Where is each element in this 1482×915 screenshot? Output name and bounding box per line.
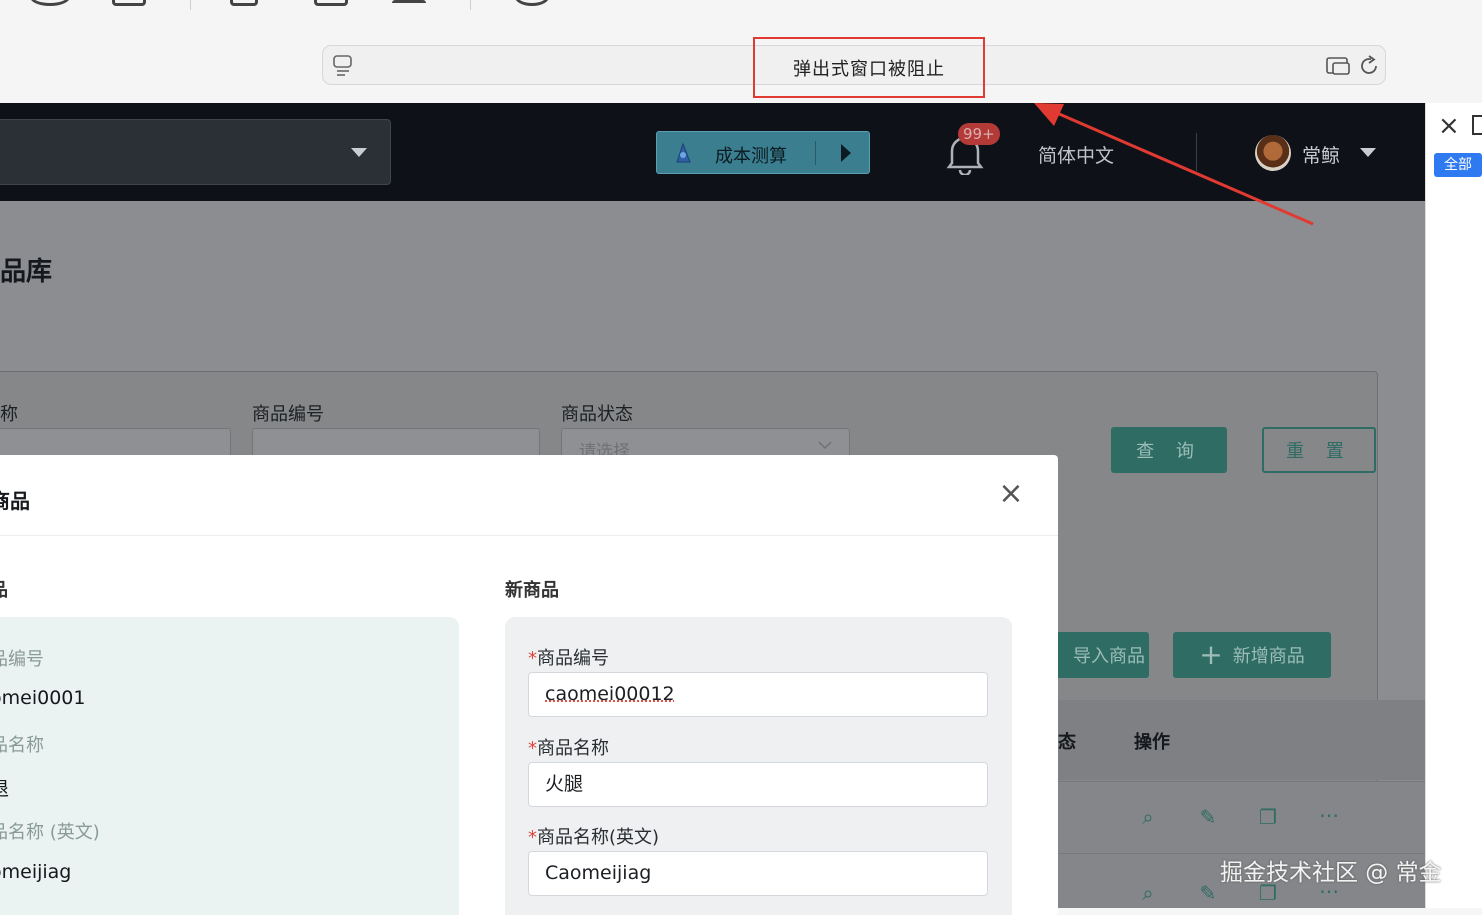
play-icon[interactable] <box>841 144 851 162</box>
old-name-label: 品名称 <box>0 735 44 756</box>
edit-icon[interactable]: ✎ <box>1197 882 1219 904</box>
cost-calculation-button[interactable]: 成本测算 <box>656 131 870 174</box>
cost-button-label: 成本测算 <box>715 146 787 167</box>
old-product-section-title: 品 <box>0 576 8 602</box>
new-code-label-text: 商品编号 <box>537 648 609 669</box>
chevron-down-icon <box>818 441 832 450</box>
new-name-en-label-text: 商品名称(英文) <box>537 827 660 848</box>
search-icon[interactable] <box>30 0 70 6</box>
page-menu-icon[interactable] <box>333 55 353 77</box>
panel-icon[interactable] <box>1472 115 1482 135</box>
filter-code-label: 商品编号 <box>252 404 324 425</box>
old-name-value: 退 <box>0 774 9 801</box>
new-name-value: 火腿 <box>545 773 584 795</box>
modal-title: 商品 <box>0 489 30 513</box>
tag-all[interactable]: 全部 <box>1434 153 1482 177</box>
actions-column-header: 操作 <box>1134 732 1170 753</box>
product-compare-modal: 商品 × 品 品编号 omei0001 品名称 退 品名称 (英文) omeij… <box>0 455 1058 915</box>
query-button[interactable]: 查 询 <box>1111 427 1227 473</box>
edit-icon[interactable]: ✎ <box>1197 806 1219 828</box>
close-icon[interactable]: × <box>996 479 1026 509</box>
toolbar-separator <box>190 0 191 10</box>
window-icon[interactable] <box>314 0 348 6</box>
old-product-panel: 品编号 omei0001 品名称 退 品名称 (英文) omeijiag <box>0 617 459 915</box>
plus-icon: + <box>1199 638 1223 671</box>
toolbar-separator <box>470 0 471 10</box>
filter-name-label: 称 <box>0 404 18 425</box>
calculator-icon <box>676 142 691 163</box>
new-name-label-text: 商品名称 <box>537 738 609 759</box>
reset-button[interactable]: 重 置 <box>1262 427 1376 473</box>
more-icon[interactable]: ⋯ <box>1318 804 1340 826</box>
chevron-down-icon <box>351 148 367 157</box>
old-code-value: omei0001 <box>0 687 86 709</box>
old-code-label: 品编号 <box>0 649 44 670</box>
popup-window-icon[interactable] <box>1326 57 1350 75</box>
new-product-section-title: 新商品 <box>505 580 559 601</box>
import-button-label: 导入商品 <box>1073 646 1145 667</box>
watermark: 掘金技术社区 @ 常金 <box>1220 860 1442 886</box>
add-button-label: 新增商品 <box>1232 646 1305 667</box>
sidebar-icon[interactable] <box>112 0 146 6</box>
chevron-down-icon[interactable] <box>1360 148 1376 158</box>
required-asterisk: * <box>528 738 537 759</box>
new-name-en-value: Caomeijiag <box>545 862 652 884</box>
page-title: 品库 <box>0 257 53 287</box>
table-header: 态 操作 <box>1000 700 1425 780</box>
button-divider <box>815 141 816 165</box>
tab-icon[interactable] <box>230 0 258 6</box>
history-icon[interactable] <box>515 0 549 6</box>
new-code-input[interactable]: caomei00012 <box>528 672 988 717</box>
copy-icon[interactable]: ❐ <box>1257 806 1279 828</box>
import-products-button[interactable]: 导入商品 <box>1045 632 1149 678</box>
project-select[interactable] <box>0 119 391 185</box>
new-name-input[interactable]: 火腿 <box>528 762 988 807</box>
new-product-panel: *商品编号 caomei00012 *商品名称 火腿 *商品名称(英文) Cao… <box>505 617 1012 915</box>
new-name-en-input[interactable]: Caomeijiag <box>528 851 988 896</box>
popup-blocked-notice[interactable]: 弹出式窗口被阻止 <box>753 37 985 98</box>
old-name-en-value: omeijiag <box>0 861 72 883</box>
modal-divider <box>0 535 1058 536</box>
required-asterisk: * <box>528 827 537 848</box>
preview-icon[interactable]: ⌕ <box>1137 882 1159 904</box>
add-product-button[interactable]: + 新增商品 <box>1173 632 1331 678</box>
new-code-value: caomei00012 <box>545 683 675 705</box>
right-sidebar: × 全部 <box>1425 103 1482 908</box>
old-name-en-label: 品名称 (英文) <box>0 822 100 843</box>
table-row: ⌕ ✎ ❐ ⋯ <box>1000 781 1425 853</box>
reload-icon[interactable] <box>1358 55 1380 77</box>
new-code-label: *商品编号 <box>528 644 609 670</box>
notification-badge: 99+ <box>958 123 1000 145</box>
browser-toolbar <box>0 0 1482 103</box>
new-name-label: *商品名称 <box>528 734 609 760</box>
filter-status-label: 商品状态 <box>561 404 633 425</box>
annotation-arrow <box>1034 103 1314 226</box>
preview-icon[interactable]: ⌕ <box>1137 806 1159 828</box>
status-column-header: 态 <box>1058 732 1076 753</box>
new-name-en-label: *商品名称(英文) <box>528 823 659 849</box>
close-icon[interactable]: × <box>1438 111 1460 141</box>
required-asterisk: * <box>528 648 537 669</box>
menu-icon[interactable] <box>392 0 426 6</box>
